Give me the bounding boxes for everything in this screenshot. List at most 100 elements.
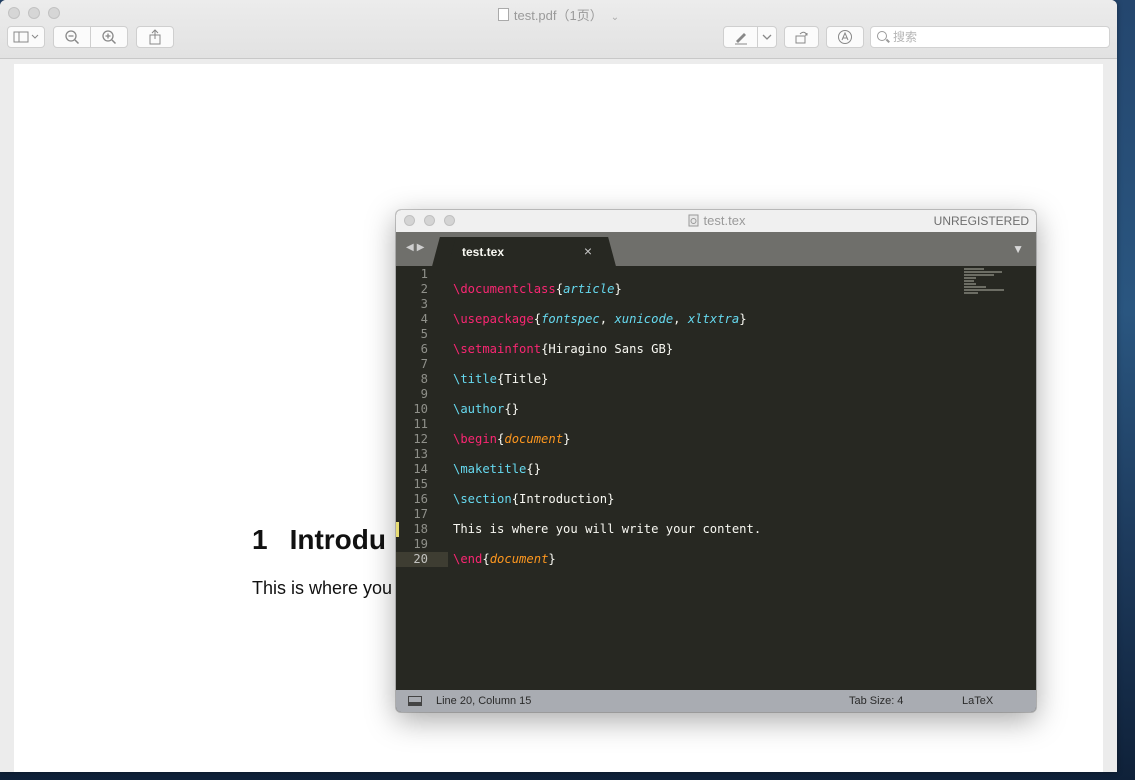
syntax-selector[interactable]: LaTeX — [962, 695, 993, 707]
zoom-in-button[interactable] — [90, 26, 128, 48]
code-line[interactable]: 6 \setmainfont{Hiragino Sans GB} — [396, 342, 956, 357]
cursor-position[interactable]: Line 20, Column 15 — [436, 695, 531, 707]
code-token: , — [599, 312, 615, 326]
line-number: 14 — [413, 462, 428, 476]
code-token: {Title} — [497, 372, 549, 386]
code-line[interactable]: 11 — [396, 417, 956, 432]
line-number: 7 — [420, 357, 428, 371]
tex-file-icon — [688, 214, 699, 227]
code-token: } — [548, 552, 556, 566]
sidebar-icon — [13, 31, 39, 43]
code-line[interactable]: 18 This is where you will write your cont… — [396, 522, 956, 537]
line-code: \end{document} — [453, 552, 556, 567]
code-line[interactable]: 19 — [396, 537, 956, 552]
code-line[interactable]: 13 — [396, 447, 956, 462]
code-line[interactable]: 3 — [396, 297, 956, 312]
code-line[interactable]: 7 — [396, 357, 956, 372]
code-token: {} — [526, 462, 542, 476]
code-line[interactable]: 4 \usepackage{fontspec, xunicode, xltxtra… — [396, 312, 956, 327]
window-title-text: test.pdf（1页） — [513, 8, 603, 23]
line-number: 3 — [420, 297, 428, 311]
line-code: \usepackage{fontspec, xunicode, xltxtra} — [453, 312, 747, 327]
unregistered-label: UNREGISTERED — [933, 214, 1029, 228]
code-line[interactable]: 2 \documentclass{article} — [396, 282, 956, 297]
code-line[interactable]: 15 — [396, 477, 956, 492]
markup-menu-button[interactable] — [757, 26, 777, 48]
pen-icon — [734, 33, 747, 45]
line-number: 5 — [420, 327, 428, 341]
code-token: document — [489, 552, 549, 566]
code-token: \title — [453, 372, 498, 386]
code-token: \end — [453, 552, 483, 566]
line-code: \section{Introduction} — [453, 492, 614, 507]
pdf-section-heading: 1 Introdu — [252, 524, 386, 556]
rotate-button[interactable] — [784, 26, 819, 48]
close-tab-icon[interactable]: × — [584, 243, 592, 259]
editor-status-bar: Line 20, Column 15 Tab Size: 4 LaTeX — [396, 690, 1036, 712]
code-line[interactable]: 5 — [396, 327, 956, 342]
annotate-button[interactable] — [826, 26, 864, 48]
code-token: { — [482, 552, 490, 566]
panel-toggle-icon[interactable] — [408, 696, 422, 706]
editor-titlebar: test.tex UNREGISTERED — [396, 210, 1036, 233]
code-token: document — [504, 432, 564, 446]
line-number: 13 — [413, 447, 428, 461]
line-code: \begin{document} — [453, 432, 570, 447]
window-title[interactable]: test.pdf（1页） ⌄ — [0, 5, 1117, 24]
preview-toolbar: test.pdf（1页） ⌄ 搜索 — [0, 0, 1117, 59]
chevron-down-icon — [762, 34, 772, 40]
tab-nav-arrows[interactable]: ◀▶ — [406, 242, 427, 253]
editor-tab-bar: ◀▶ test.tex × ▼ — [396, 232, 1036, 266]
line-number: 18 — [413, 522, 428, 536]
line-code: \title{Title} — [453, 372, 548, 387]
code-token: \documentclass — [453, 282, 556, 296]
code-line[interactable]: 10 \author{} — [396, 402, 956, 417]
zoom-in-icon — [102, 30, 117, 45]
tab-test-tex[interactable]: test.tex × — [444, 237, 604, 266]
code-line[interactable]: 16 \section{Introduction} — [396, 492, 956, 507]
code-token: \setmainfont — [453, 342, 542, 356]
line-code: \documentclass{article} — [453, 282, 622, 297]
search-icon — [877, 31, 887, 41]
line-number: 17 — [413, 507, 428, 521]
line-code: This is where you will write your conten… — [453, 522, 761, 537]
code-token: fontspec — [541, 312, 600, 326]
share-button[interactable] — [136, 26, 174, 48]
code-line[interactable]: 8 \title{Title} — [396, 372, 956, 387]
code-line[interactable]: 17 — [396, 507, 956, 522]
code-token: \maketitle — [453, 462, 527, 476]
code-line[interactable]: 1 — [396, 267, 956, 282]
code-token: { — [555, 282, 564, 296]
tab-dropdown-icon[interactable]: ▼ — [1012, 242, 1024, 256]
line-number: 16 — [413, 492, 428, 506]
line-number: 11 — [413, 417, 428, 431]
line-number: 2 — [420, 282, 428, 296]
zoom-out-icon — [65, 30, 80, 45]
tab-size-selector[interactable]: Tab Size: 4 — [849, 695, 903, 707]
code-line[interactable]: 14 \maketitle{} — [396, 462, 956, 477]
line-number: 6 — [420, 342, 428, 356]
rotate-icon — [795, 31, 807, 44]
sidebar-toggle-button[interactable] — [7, 26, 45, 48]
chevron-down-icon: ⌄ — [610, 12, 620, 23]
line-number: 15 — [413, 477, 428, 491]
code-token: } — [739, 312, 747, 326]
minimap[interactable] — [964, 268, 1008, 304]
code-editor[interactable]: 1 2 \documentclass{article} 3 4 \usepackage{f… — [396, 266, 1036, 690]
code-token: {Introduction} — [511, 492, 615, 506]
line-number: 1 — [420, 267, 428, 281]
code-token: \usepackage — [453, 312, 534, 326]
search-placeholder: 搜索 — [893, 30, 918, 44]
line-number: 20 — [413, 552, 428, 566]
code-line[interactable]: 12 \begin{document} — [396, 432, 956, 447]
code-line[interactable]: 20 \end{document} — [396, 552, 956, 567]
line-number: 19 — [413, 537, 428, 551]
share-icon — [149, 29, 161, 45]
tab-label: test.tex — [462, 245, 505, 259]
code-line[interactable]: 9 — [396, 387, 956, 402]
search-input[interactable]: 搜索 — [870, 26, 1110, 48]
sublime-text-window: test.tex UNREGISTERED ◀▶ test.tex × ▼ 12… — [396, 210, 1036, 712]
zoom-out-button[interactable] — [53, 26, 91, 48]
pdf-document-icon — [497, 8, 509, 21]
markup-button[interactable] — [723, 26, 758, 48]
